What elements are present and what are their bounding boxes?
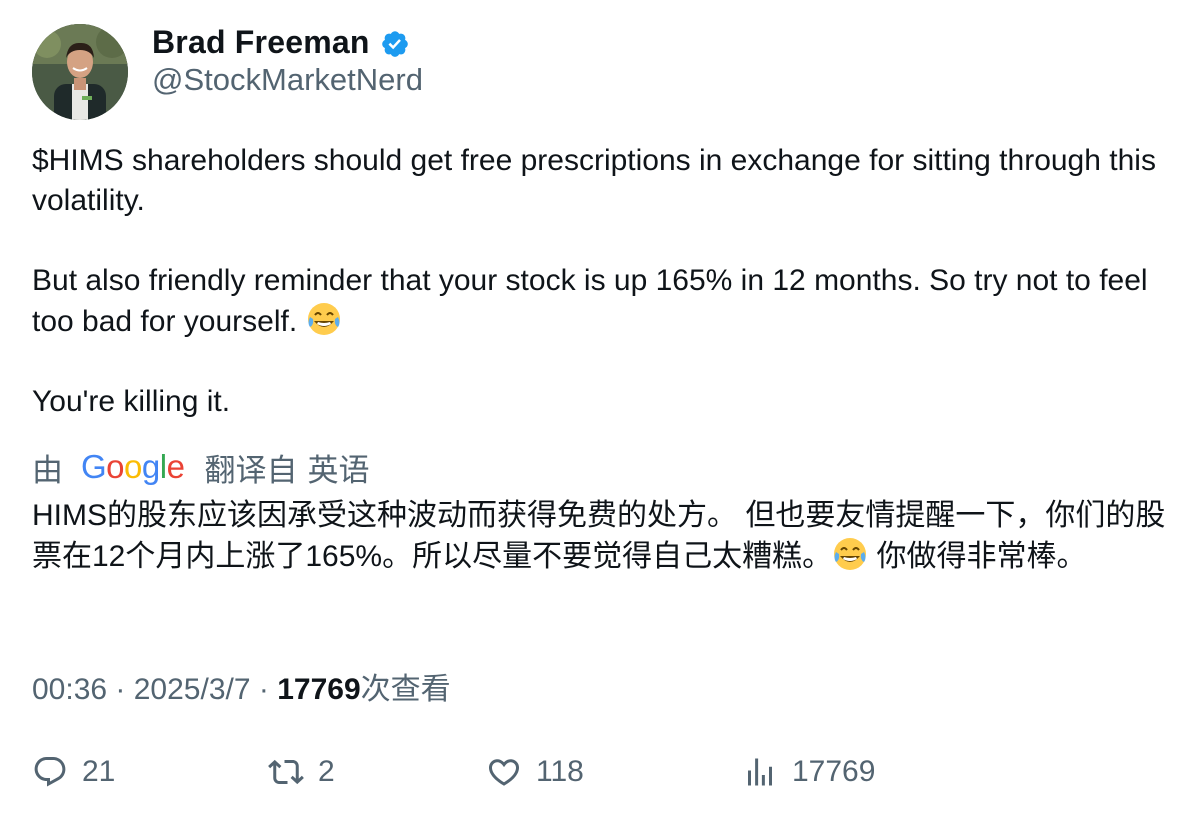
- views-button[interactable]: 17769: [742, 746, 875, 798]
- avatar-image: [32, 24, 128, 120]
- tears-of-joy-emoji-icon: [834, 538, 867, 570]
- translation-by-label: 由: [32, 452, 63, 488]
- translated-from-label: 翻译自: [204, 452, 298, 488]
- tweet-text: $HIMS shareholders should get free presc…: [32, 141, 1172, 422]
- translated-text-part: 你做得非常棒。: [868, 540, 1087, 573]
- action-bar: 21 2 118 17769: [32, 746, 1172, 798]
- views-action-count: 17769: [792, 755, 876, 788]
- translated-text: HIMS的股东应该因承受这种波动而获得免费的处方。 但也要友情提醒一下，你们的股…: [32, 496, 1172, 577]
- analytics-icon: [748, 758, 772, 786]
- tweet-paragraph: $HIMS shareholders should get free presc…: [32, 144, 1156, 217]
- retweet-icon: [268, 759, 304, 785]
- tweet-date[interactable]: 2025/3/7: [134, 673, 251, 706]
- retweet-button[interactable]: 2: [268, 746, 335, 798]
- avatar[interactable]: [32, 24, 128, 120]
- reply-icon: [34, 757, 66, 787]
- author-handle[interactable]: @StockMarketNerd: [152, 62, 423, 98]
- views-count: 17769: [277, 673, 361, 706]
- meta-separator: ·: [107, 673, 134, 706]
- tweet-paragraph: You're killing it.: [32, 385, 231, 418]
- tweet-time[interactable]: 00:36: [32, 673, 107, 706]
- author-display-name[interactable]: Brad Freeman: [152, 24, 370, 61]
- like-count: 118: [536, 755, 584, 788]
- reply-button[interactable]: 21: [32, 746, 115, 798]
- google-logo: Google: [81, 448, 185, 485]
- heart-icon: [488, 759, 520, 786]
- translation-attribution: 由 Google 翻译自 英语: [32, 446, 369, 488]
- author-name-row: Brad Freeman: [152, 22, 410, 62]
- retweet-count: 2: [318, 755, 335, 788]
- source-language: 英语: [307, 452, 370, 488]
- meta-separator: ·: [250, 673, 278, 706]
- verified-badge-icon[interactable]: [380, 29, 410, 59]
- tweet-card: Brad Freeman @StockMarketNerd $HIMS shar…: [0, 0, 1196, 818]
- tweet-paragraph-text: But also friendly reminder that your sto…: [32, 264, 1148, 338]
- reply-count: 21: [82, 755, 116, 788]
- views-label: 次查看: [360, 673, 451, 706]
- tweet-paragraph: But also friendly reminder that your sto…: [32, 261, 1172, 342]
- tweet-meta: 00:36 · 2025/3/7 · 17769次查看: [32, 664, 451, 708]
- like-button[interactable]: 118: [486, 746, 584, 798]
- tears-of-joy-emoji-icon: [307, 303, 340, 335]
